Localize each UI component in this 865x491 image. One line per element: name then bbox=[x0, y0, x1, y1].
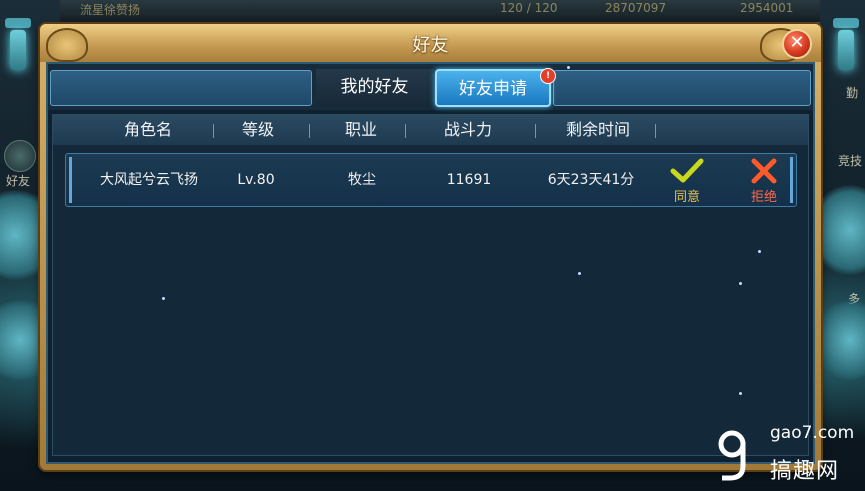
sparkle bbox=[162, 297, 165, 300]
cell-level: Lv.80 bbox=[237, 172, 275, 188]
tab-strip-filler-left bbox=[50, 70, 312, 106]
cross-icon bbox=[751, 158, 777, 184]
accept-button[interactable]: 同意 bbox=[663, 158, 711, 205]
gold-count: 28707097 bbox=[605, 1, 667, 15]
cell-remaining: 6天23天41分 bbox=[547, 172, 635, 188]
watermark-logo-icon bbox=[718, 430, 746, 481]
close-x-icon: ✕ bbox=[789, 32, 805, 53]
cell-class: 牧尘 bbox=[348, 172, 376, 188]
reject-label: 拒绝 bbox=[750, 190, 777, 205]
header-power: 战斗力 bbox=[443, 120, 492, 139]
side-menu-icon[interactable] bbox=[4, 140, 36, 172]
reject-button[interactable]: 拒绝 bbox=[740, 158, 788, 205]
dialog-titlebar: 好友 bbox=[40, 24, 821, 62]
cell-name: 大风起兮云飞扬 bbox=[100, 172, 198, 188]
side-label-right-1: 勤 bbox=[846, 86, 859, 100]
header-class: 职业 bbox=[344, 120, 377, 139]
header-divider bbox=[535, 124, 536, 138]
notification-badge: ! bbox=[540, 68, 556, 84]
dialog-title: 好友 bbox=[412, 35, 449, 56]
top-bar-text: 流星徐赞扬 bbox=[80, 3, 141, 17]
header-divider bbox=[213, 124, 214, 138]
cell-power: 11691 bbox=[446, 172, 492, 188]
watermark-name: 搞趣网 bbox=[770, 459, 840, 484]
watermark-site: gao7.com bbox=[770, 423, 855, 443]
side-label-right-2: 竞技 bbox=[838, 154, 863, 168]
tab-my-friends[interactable]: 我的好友 bbox=[316, 69, 433, 107]
header-name: 角色名 bbox=[123, 120, 172, 139]
friends-dialog: 好友 ✕ 我的好友 好友申请 ! 角色名 等级 职业 战斗力 剩余时间 大风起兮… bbox=[40, 24, 821, 470]
right-lantern bbox=[833, 18, 859, 88]
close-button[interactable]: ✕ bbox=[782, 29, 812, 59]
gem-count: 2954001 bbox=[740, 1, 794, 15]
tab-friend-requests[interactable]: 好友申请 bbox=[435, 69, 551, 107]
sparkle bbox=[739, 392, 742, 395]
sparkle bbox=[578, 272, 581, 275]
header-remaining: 剩余时间 bbox=[565, 120, 630, 139]
tab-strip: 我的好友 好友申请 ! bbox=[48, 64, 813, 110]
sparkle bbox=[758, 250, 761, 253]
header-divider bbox=[309, 124, 310, 138]
request-table: 角色名 等级 职业 战斗力 剩余时间 大风起兮云飞扬 Lv.80 牧尘 1169… bbox=[52, 114, 809, 456]
header-divider bbox=[655, 124, 656, 138]
energy-count: 120 / 120 bbox=[500, 1, 558, 15]
side-label-friends: 好友 bbox=[6, 174, 31, 188]
top-status-bar: 流星徐赞扬 120 / 120 28707097 2954001 bbox=[60, 0, 820, 23]
checkmark-icon bbox=[670, 158, 704, 183]
tab-strip-filler-right bbox=[553, 70, 811, 106]
header-divider bbox=[405, 124, 406, 138]
header-level: 等级 bbox=[241, 120, 274, 139]
left-lantern bbox=[5, 18, 31, 88]
dialog-content: 我的好友 好友申请 ! 角色名 等级 职业 战斗力 剩余时间 大风起兮云飞扬 L… bbox=[46, 62, 815, 464]
table-header: 角色名 等级 职业 战斗力 剩余时间 bbox=[53, 115, 808, 145]
accept-label: 同意 bbox=[673, 190, 700, 205]
sparkle bbox=[739, 282, 742, 285]
sparkle bbox=[567, 66, 570, 69]
table-row: 大风起兮云飞扬 Lv.80 牧尘 11691 6天23天41分 同意 拒绝 bbox=[65, 153, 797, 207]
